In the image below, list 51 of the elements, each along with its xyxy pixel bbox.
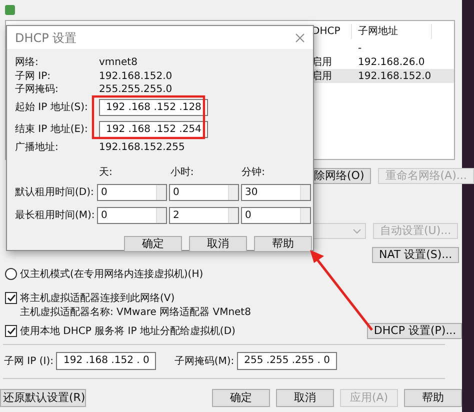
field-label: 子网 IP (I): bbox=[4, 354, 54, 368]
dialog-button[interactable]: 帮助 bbox=[254, 236, 312, 252]
checkbox[interactable] bbox=[5, 325, 17, 337]
dialog-button[interactable]: 取消 bbox=[189, 236, 247, 252]
footer-button[interactable]: 帮助 bbox=[404, 389, 462, 407]
dhcp-settings-button[interactable]: DHCP 设置(P)... bbox=[366, 323, 462, 339]
field-label: 子网掩码: bbox=[15, 83, 60, 98]
field-value: 192.168.152.255 bbox=[99, 140, 185, 155]
field-value: vmnet8 bbox=[99, 56, 138, 70]
field-label: 起始 IP 地址(S): bbox=[15, 100, 89, 115]
spin-field[interactable]: 0 bbox=[169, 184, 239, 200]
field-label: 广播地址: bbox=[15, 140, 60, 155]
checkbox[interactable] bbox=[5, 292, 17, 304]
spin-field[interactable]: 0 bbox=[97, 206, 167, 224]
ip-address-field[interactable]: 192 .168 .152 .254 bbox=[99, 121, 208, 138]
checkbox-label[interactable]: 将主机虚拟适配器连接到此网络(V) bbox=[20, 290, 175, 306]
field-value: 255.255.255.0 bbox=[99, 83, 172, 98]
column-label: 分钟: bbox=[242, 166, 266, 180]
table-cell-text: 192.168.152.0 bbox=[357, 70, 432, 84]
spin-field[interactable]: 0 bbox=[97, 184, 167, 200]
spin-field[interactable]: 2 bbox=[169, 206, 239, 224]
ip-address-field[interactable]: 192 .168 .152 .128 bbox=[99, 99, 208, 116]
field-label: 子网掩码(M): bbox=[174, 354, 234, 368]
column-label: 天: bbox=[99, 166, 114, 180]
subnet-mask-field[interactable]: 255 .255 .255 . 0 bbox=[237, 352, 338, 370]
dialog-button[interactable]: 确定 bbox=[124, 236, 182, 252]
field-label: 默认租用时间(D): bbox=[15, 186, 95, 200]
field-value: 192.168.152.0 bbox=[99, 70, 172, 84]
column-header[interactable]: 子网地址 bbox=[352, 24, 432, 38]
subnet-ip-field[interactable]: 192 .168 .152 . 0 bbox=[56, 352, 156, 370]
caret-icon bbox=[353, 228, 361, 234]
radio-label[interactable]: 仅主机模式(在专用网络内连接虚拟机)(H) bbox=[20, 266, 204, 282]
spin-field[interactable]: 0 bbox=[241, 206, 311, 224]
field-label: 结束 IP 地址(E): bbox=[15, 122, 89, 137]
app-icon bbox=[4, 4, 16, 16]
table-cell-text: 192.168.26.0 bbox=[357, 56, 426, 70]
spin-field[interactable]: 30 bbox=[241, 184, 311, 200]
adapter-name-text: 主机虚拟适配器名称: VMware 网络适配器 VMnet8 bbox=[20, 306, 251, 320]
radio-button[interactable] bbox=[5, 268, 17, 280]
dialog-title: DHCP 设置 bbox=[15, 30, 77, 46]
column-label: 小时: bbox=[170, 166, 195, 180]
field-label: 子网 IP: bbox=[15, 70, 52, 84]
close-icon[interactable] bbox=[295, 32, 305, 42]
nat-settings-button[interactable]: NAT 设置(S)... bbox=[372, 247, 460, 263]
field-label: 网络: bbox=[15, 56, 40, 70]
table-cell-text: - bbox=[357, 42, 363, 56]
footer-button[interactable]: 取消 bbox=[276, 389, 334, 407]
checkbox-label[interactable]: 使用本地 DHCP 服务将 IP 地址分配给虚拟机(D) bbox=[20, 324, 367, 338]
footer-button[interactable]: 确定 bbox=[212, 389, 270, 407]
footer-button[interactable]: 还原默认设置(R) bbox=[0, 389, 86, 407]
field-label: 最长租用时间(M): bbox=[15, 208, 96, 222]
